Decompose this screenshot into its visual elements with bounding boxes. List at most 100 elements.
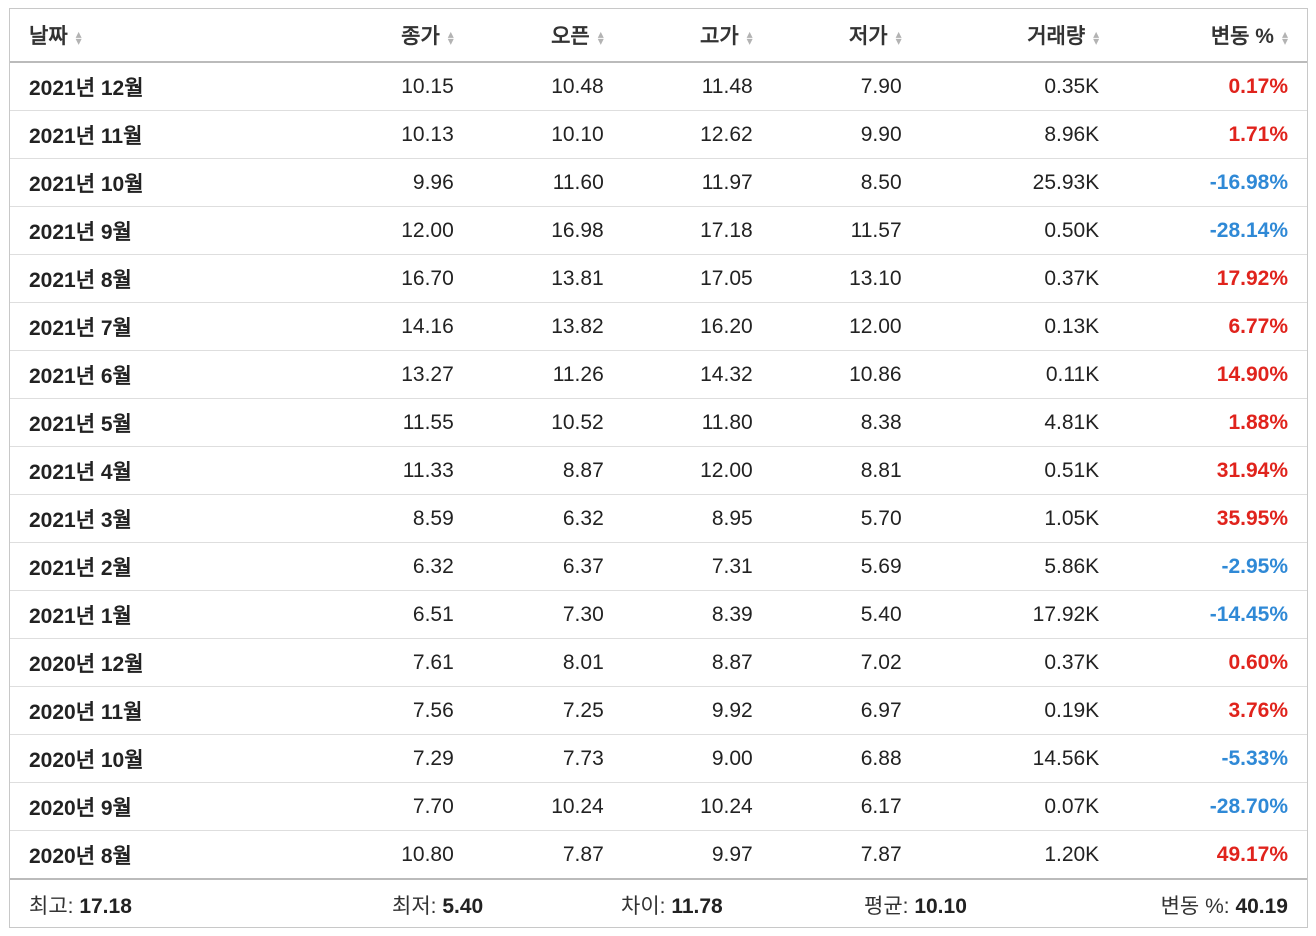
cell-close: 9.96 [303, 158, 454, 207]
cell-close: 10.80 [303, 830, 454, 879]
cell-change: -2.95% [1099, 542, 1307, 591]
summary-high-value: 17.18 [79, 895, 132, 918]
cell-open: 10.52 [453, 398, 604, 447]
cell-volume: 0.35K [901, 62, 1100, 111]
column-header-volume[interactable]: 거래량 ▴ ▾ [901, 9, 1100, 63]
cell-high: 7.31 [603, 542, 753, 591]
table-row: 2021년 9월 12.00 16.98 17.18 11.57 0.50K -28.14% [10, 206, 1307, 255]
cell-date: 2021년 12월 [10, 62, 304, 111]
cell-change: 3.76% [1099, 686, 1307, 735]
cell-open: 7.73 [453, 734, 604, 783]
cell-close: 13.27 [303, 350, 454, 399]
cell-close: 12.00 [303, 206, 454, 255]
sort-icon: ▴ ▾ [447, 27, 454, 49]
summary-diff: 차이: 11.78 [621, 890, 723, 920]
cell-date: 2020년 11월 [10, 686, 304, 735]
table-row: 2021년 10월 9.96 11.60 11.97 8.50 25.93K -16.98% [10, 158, 1307, 207]
cell-date: 2020년 9월 [10, 782, 304, 831]
cell-volume: 1.20K [901, 830, 1100, 879]
cell-volume: 0.37K [901, 254, 1100, 303]
cell-low: 13.10 [752, 254, 902, 303]
column-header-open[interactable]: 오픈 ▴ ▾ [453, 9, 604, 63]
cell-date: 2020년 12월 [10, 638, 304, 687]
cell-high: 17.05 [603, 254, 753, 303]
cell-date: 2020년 10월 [10, 734, 304, 783]
cell-open: 6.32 [453, 494, 604, 543]
cell-high: 12.00 [603, 446, 753, 495]
cell-volume: 8.96K [901, 110, 1100, 159]
cell-close: 10.13 [303, 110, 454, 159]
cell-high: 9.00 [603, 734, 753, 783]
cell-date: 2021년 4월 [10, 446, 304, 495]
cell-volume: 1.05K [901, 494, 1100, 543]
cell-low: 8.50 [752, 158, 902, 207]
column-header-low[interactable]: 저가 ▴ ▾ [752, 9, 902, 63]
cell-high: 16.20 [603, 302, 753, 351]
cell-date: 2021년 11월 [10, 110, 304, 159]
cell-high: 11.97 [603, 158, 753, 207]
summary-change-label: 변동 %: [1160, 895, 1230, 918]
cell-close: 7.61 [303, 638, 454, 687]
cell-open: 10.24 [453, 782, 604, 831]
cell-volume: 0.07K [901, 782, 1100, 831]
cell-low: 7.87 [752, 830, 902, 879]
summary-footer: 최고: 17.18 최저: 5.40 차이: 11.78 평균: 10.10 변… [10, 878, 1307, 927]
cell-volume: 14.56K [901, 734, 1100, 783]
summary-high: 최고: 17.18 [29, 890, 132, 920]
cell-open: 11.60 [453, 158, 604, 207]
cell-change: 0.60% [1099, 638, 1307, 687]
cell-date: 2021년 1월 [10, 590, 304, 639]
column-header-date-label: 날짜 [29, 25, 68, 48]
cell-low: 9.90 [752, 110, 902, 159]
cell-low: 7.90 [752, 62, 902, 111]
cell-open: 7.87 [453, 830, 604, 879]
cell-high: 11.80 [603, 398, 753, 447]
table-row: 2020년 9월 7.70 10.24 10.24 6.17 0.07K -28.70% [10, 782, 1307, 831]
cell-volume: 0.51K [901, 446, 1100, 495]
cell-close: 8.59 [303, 494, 454, 543]
cell-volume: 0.50K [901, 206, 1100, 255]
cell-close: 7.70 [303, 782, 454, 831]
column-header-low-label: 저가 [848, 25, 888, 48]
cell-low: 12.00 [752, 302, 902, 351]
cell-volume: 25.93K [901, 158, 1100, 207]
cell-open: 10.48 [453, 62, 604, 111]
cell-low: 6.97 [752, 686, 902, 735]
sort-icon: ▴ ▾ [75, 27, 82, 49]
cell-open: 16.98 [453, 206, 604, 255]
cell-low: 5.40 [752, 590, 902, 639]
table-row: 2021년 6월 13.27 11.26 14.32 10.86 0.11K 14.90% [10, 350, 1307, 399]
sort-icon: ▴ ▾ [746, 27, 753, 49]
cell-high: 8.87 [603, 638, 753, 687]
table-header-row: 날짜 ▴ ▾ 종가 ▴ ▾ 오픈 ▴ ▾ 고가 ▴ ▾ 저가 ▴ ▾ 거래량 ▴ ▾ 변동 % ▴ ▾ [10, 9, 1307, 63]
cell-date: 2021년 5월 [10, 398, 304, 447]
table-row: 2021년 5월 11.55 10.52 11.80 8.38 4.81K 1.88% [10, 398, 1307, 447]
column-header-close-label: 종가 [401, 25, 440, 48]
column-header-open-label: 오픈 [551, 25, 590, 48]
cell-change: 14.90% [1099, 350, 1307, 399]
column-header-date[interactable]: 날짜 ▴ ▾ [10, 9, 304, 63]
table-row: 2021년 8월 16.70 13.81 17.05 13.10 0.37K 17.92% [10, 254, 1307, 303]
cell-date: 2020년 8월 [10, 830, 304, 879]
column-header-close[interactable]: 종가 ▴ ▾ [303, 9, 454, 63]
sort-icon: ▴ ▾ [597, 27, 604, 49]
cell-close: 7.29 [303, 734, 454, 783]
cell-low: 10.86 [752, 350, 902, 399]
column-header-volume-label: 거래량 [1027, 25, 1086, 48]
cell-volume: 0.37K [901, 638, 1100, 687]
cell-volume: 17.92K [901, 590, 1100, 639]
cell-high: 12.62 [603, 110, 753, 159]
cell-open: 13.82 [453, 302, 604, 351]
summary-low-value: 5.40 [442, 895, 484, 918]
cell-low: 5.70 [752, 494, 902, 543]
cell-volume: 0.13K [901, 302, 1100, 351]
cell-open: 11.26 [453, 350, 604, 399]
cell-close: 11.33 [303, 446, 454, 495]
column-header-change[interactable]: 변동 % ▴ ▾ [1099, 9, 1307, 63]
table-row: 2021년 3월 8.59 6.32 8.95 5.70 1.05K 35.95% [10, 494, 1307, 543]
table-row: 2020년 11월 7.56 7.25 9.92 6.97 0.19K 3.76% [10, 686, 1307, 735]
column-header-high[interactable]: 고가 ▴ ▾ [603, 9, 753, 63]
cell-volume: 0.19K [901, 686, 1100, 735]
cell-open: 8.01 [453, 638, 604, 687]
table-row: 2020년 10월 7.29 7.73 9.00 6.88 14.56K -5.33% [10, 734, 1307, 783]
